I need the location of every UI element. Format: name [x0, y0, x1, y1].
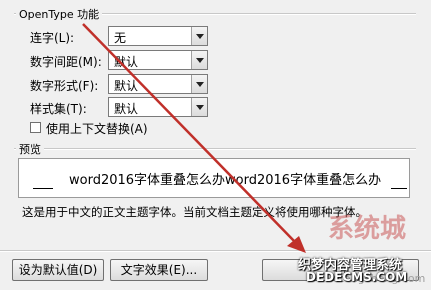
annotation-arrow-icon	[82, 23, 306, 253]
